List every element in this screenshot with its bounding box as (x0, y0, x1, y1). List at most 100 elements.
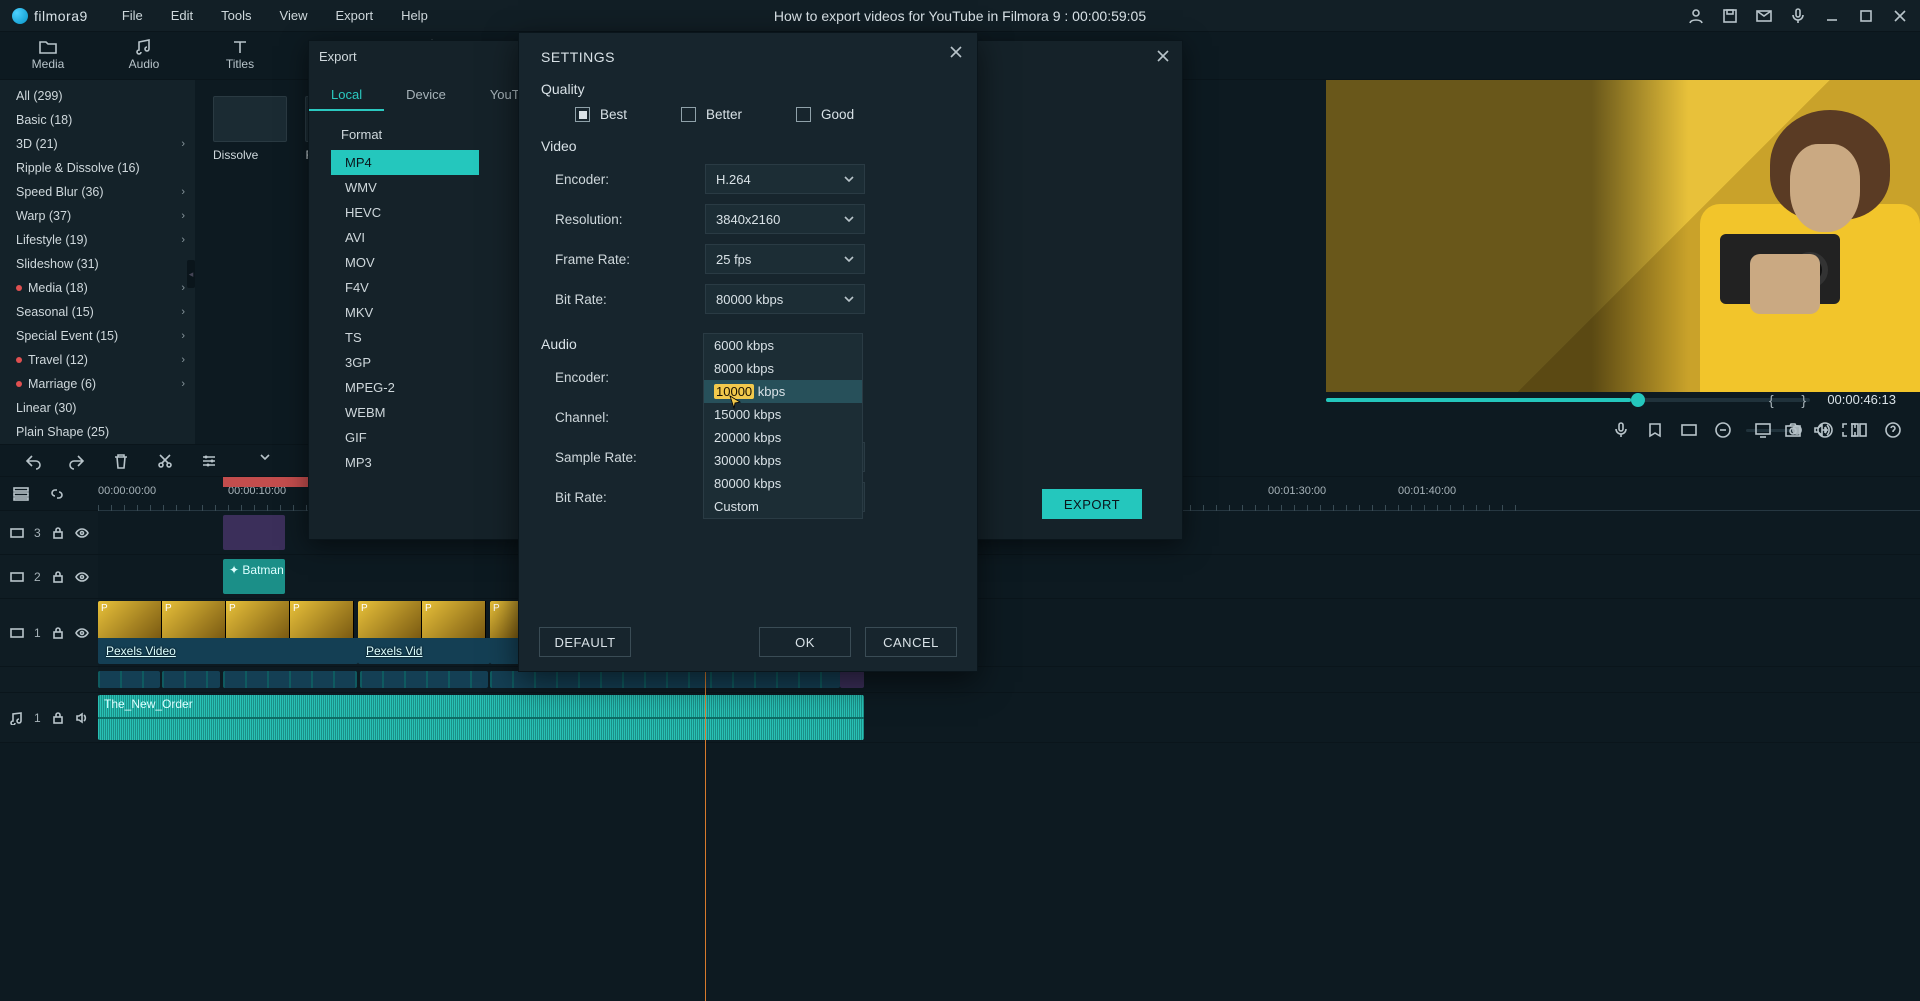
chunk[interactable] (223, 671, 357, 688)
sidebar-item-0[interactable]: All (299) (0, 84, 195, 108)
format-option-3gp[interactable]: 3GP (331, 350, 479, 375)
clip-pexels-2[interactable]: Pexels Vid (358, 601, 490, 664)
sidebar-item-3[interactable]: Ripple & Dissolve (16) (0, 156, 195, 180)
help-icon[interactable] (1884, 421, 1902, 439)
format-option-mp3[interactable]: MP3 (331, 450, 479, 475)
menu-file[interactable]: File (108, 2, 157, 29)
save-icon[interactable] (1722, 8, 1738, 24)
preview-scrubber[interactable] (1326, 398, 1810, 402)
export-button[interactable]: EXPORT (1042, 489, 1142, 519)
clip-short[interactable] (490, 601, 520, 664)
tab-titles[interactable]: Titles (192, 31, 288, 79)
format-option-mp4[interactable]: MP4 (331, 150, 479, 175)
menu-help[interactable]: Help (387, 2, 442, 29)
sidebar-item-9[interactable]: Seasonal (15)› (0, 300, 195, 324)
bitrate-option[interactable]: Custom (704, 495, 862, 518)
lock-icon[interactable] (51, 711, 65, 725)
settings-close-button[interactable] (945, 41, 967, 63)
eye-icon[interactable] (75, 626, 89, 640)
mic-icon[interactable] (1790, 8, 1806, 24)
menu-export[interactable]: Export (321, 2, 387, 29)
format-option-gif[interactable]: GIF (331, 425, 479, 450)
sidebar-item-14[interactable]: Plain Shape (25) (0, 420, 195, 444)
sidebar-item-11[interactable]: Travel (12)› (0, 348, 195, 372)
quality-best[interactable]: Best (575, 107, 627, 122)
chunk[interactable] (98, 671, 160, 688)
timeline-menu-icon[interactable] (12, 485, 30, 503)
selection-range[interactable] (223, 477, 313, 487)
lock-icon[interactable] (51, 570, 65, 584)
chunk[interactable] (490, 671, 840, 688)
speaker-icon[interactable] (75, 711, 89, 725)
format-option-mpeg-2[interactable]: MPEG-2 (331, 375, 479, 400)
format-option-webm[interactable]: WEBM (331, 400, 479, 425)
sidebar-item-10[interactable]: Special Event (15)› (0, 324, 195, 348)
trash-icon[interactable] (112, 452, 130, 470)
bitrate-dropdown[interactable]: 6000 kbps8000 kbps10000 kbps15000 kbps20… (703, 333, 863, 519)
chunk[interactable] (162, 671, 220, 688)
link-icon[interactable] (48, 485, 66, 503)
bitrate-option[interactable]: 80000 kbps (704, 472, 862, 495)
marker-icon[interactable] (1646, 421, 1664, 439)
chunk[interactable] (360, 671, 488, 688)
format-option-avi[interactable]: AVI (331, 225, 479, 250)
bitrate-option[interactable]: 6000 kbps (704, 334, 862, 357)
eye-icon[interactable] (75, 570, 89, 584)
export-close-button[interactable] (1152, 45, 1174, 67)
clip-pexels-1[interactable]: Pexels Video (98, 601, 358, 664)
resolution-select[interactable]: 3840x2160 (705, 204, 865, 234)
menu-view[interactable]: View (266, 2, 322, 29)
undo-icon[interactable] (24, 452, 42, 470)
video-encoder-select[interactable]: H.264 (705, 164, 865, 194)
sidebar-item-5[interactable]: Warp (37)› (0, 204, 195, 228)
bitrate-option[interactable]: 20000 kbps (704, 426, 862, 449)
asset-dissolve[interactable]: Dissolve (213, 96, 295, 162)
window-close-icon[interactable] (1892, 8, 1908, 24)
chevron-down-icon[interactable] (258, 450, 272, 464)
tab-audio[interactable]: Audio (96, 31, 192, 79)
sidebar-item-8[interactable]: Media (18)› (0, 276, 195, 300)
format-option-mov[interactable]: MOV (331, 250, 479, 275)
scissors-icon[interactable] (156, 452, 174, 470)
aspect-icon[interactable] (1680, 421, 1698, 439)
export-tab-local[interactable]: Local (309, 81, 384, 111)
window-minimize-icon[interactable] (1824, 8, 1840, 24)
chunk-end[interactable] (840, 671, 864, 688)
window-maximize-icon[interactable] (1858, 8, 1874, 24)
sidebar-item-6[interactable]: Lifestyle (19)› (0, 228, 195, 252)
screen-fit-icon[interactable] (1754, 421, 1772, 439)
clip-audio[interactable]: The_New_Order (98, 695, 864, 740)
export-tab-device[interactable]: Device (384, 81, 468, 111)
framerate-select[interactable]: 25 fps (705, 244, 865, 274)
cancel-button[interactable]: CANCEL (865, 627, 957, 657)
scrubber-knob[interactable] (1631, 393, 1645, 407)
quality-better[interactable]: Better (681, 107, 742, 122)
eye-icon[interactable] (75, 526, 89, 540)
preview-in-out-marks[interactable]: { } (1769, 392, 1810, 408)
lock-icon[interactable] (51, 626, 65, 640)
sidebar-item-1[interactable]: Basic (18) (0, 108, 195, 132)
menu-tools[interactable]: Tools (207, 2, 265, 29)
zoom-out-icon[interactable] (1714, 421, 1732, 439)
ok-button[interactable]: OK (759, 627, 851, 657)
account-icon[interactable] (1688, 8, 1704, 24)
sidebar-item-4[interactable]: Speed Blur (36)› (0, 180, 195, 204)
lock-icon[interactable] (51, 526, 65, 540)
redo-icon[interactable] (68, 452, 86, 470)
bitrate-option[interactable]: 8000 kbps (704, 357, 862, 380)
sidebar-item-13[interactable]: Linear (30) (0, 396, 195, 420)
format-option-wmv[interactable]: WMV (331, 175, 479, 200)
sidebar-collapse-grip[interactable]: ◂ (187, 260, 195, 288)
sidebar-item-7[interactable]: Slideshow (31) (0, 252, 195, 276)
sidebar-item-2[interactable]: 3D (21)› (0, 132, 195, 156)
default-button[interactable]: DEFAULT (539, 627, 631, 657)
format-option-mkv[interactable]: MKV (331, 300, 479, 325)
fullscreen-icon[interactable] (1840, 421, 1858, 439)
tab-media[interactable]: Media (0, 31, 96, 79)
video-bitrate-select[interactable]: 80000 kbps (705, 284, 865, 314)
volume-icon[interactable] (1812, 421, 1830, 439)
mail-icon[interactable] (1756, 8, 1772, 24)
format-option-hevc[interactable]: HEVC (331, 200, 479, 225)
sliders-icon[interactable] (200, 452, 218, 470)
sidebar-item-12[interactable]: Marriage (6)› (0, 372, 195, 396)
